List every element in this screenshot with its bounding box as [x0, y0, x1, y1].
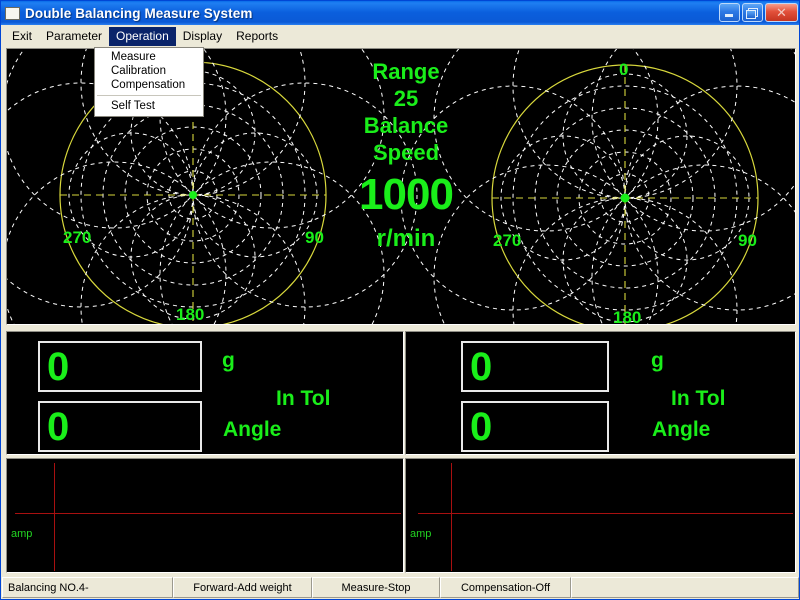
right-angle-value: 0 [470, 404, 493, 449]
right-amount-value: 0 [470, 344, 493, 389]
restore-icon-front [746, 10, 756, 19]
range-label: Range [372, 59, 440, 84]
range-value: 25 [393, 86, 419, 111]
left-unit-label: g [222, 349, 235, 372]
title-bar: Double Balancing Measure System ✕ [1, 1, 799, 25]
right-plot-label-270: 270 [493, 231, 522, 250]
left-plot-label-180: 180 [176, 305, 205, 324]
menu-item-reports[interactable]: Reports [229, 27, 285, 46]
minimize-icon [725, 14, 733, 17]
right-plot-label-90: 90 [738, 231, 757, 250]
left-amount-box[interactable]: 0 [38, 341, 202, 392]
menu-item-operation[interactable]: Operation [109, 26, 176, 46]
menu-item-display[interactable]: Display [176, 27, 229, 46]
left-wave-vertical-axis [54, 463, 55, 571]
right-wave-amp-label: amp [410, 528, 432, 540]
right-amount-box[interactable]: 0 [461, 341, 609, 392]
right-plot-label-180: 180 [613, 308, 642, 325]
left-tolerance-label: In Tol [276, 387, 331, 410]
left-angle-value: 0 [47, 404, 70, 449]
status-cell-measure: Measure-Stop [312, 577, 440, 598]
right-plot-label-0: 0 [619, 60, 629, 79]
left-readout-panel: 0 0 g In Tol Angle [6, 331, 404, 455]
left-angle-box[interactable]: 0 [38, 401, 202, 452]
right-unit-label: g [651, 349, 664, 372]
dropdown-item-compensation[interactable]: Compensation [95, 78, 203, 92]
dropdown-item-self-test[interactable]: Self Test [95, 99, 203, 113]
left-wave-amp-label: amp [11, 528, 33, 540]
speed-label: Speed [372, 140, 440, 165]
left-waveform-panel[interactable]: amp [6, 458, 404, 573]
right-angle-label: Angle [652, 418, 711, 441]
center-readout: Range 25 Balance Speed 1000 r/min [343, 58, 469, 254]
left-angle-label: Angle [223, 418, 282, 441]
dropdown-item-measure[interactable]: Measure [95, 50, 203, 64]
status-bar: Balancing NO.4- Forward-Add weight Measu… [2, 577, 799, 598]
window-controls: ✕ [719, 3, 798, 22]
speed-unit: r/min [376, 225, 436, 252]
dropdown-separator [97, 95, 201, 96]
menu-item-exit[interactable]: Exit [5, 27, 39, 46]
restore-button[interactable] [742, 3, 763, 22]
window-title: Double Balancing Measure System [25, 5, 253, 21]
close-button[interactable]: ✕ [765, 3, 798, 22]
left-wave-horizontal-axis [15, 513, 401, 514]
status-cell-compensation: Compensation-Off [440, 577, 571, 598]
left-plot-label-270: 270 [63, 228, 92, 247]
right-angle-box[interactable]: 0 [461, 401, 609, 452]
right-center-dot [620, 193, 630, 203]
menu-item-parameter[interactable]: Parameter [39, 27, 109, 46]
minimize-button[interactable] [719, 3, 740, 22]
operation-dropdown-menu: Measure Calibration Compensation Self Te… [94, 47, 204, 117]
status-cell-spare [571, 577, 799, 598]
menu-bar: Exit Parameter Operation Display Reports [1, 25, 799, 47]
status-cell-balancing: Balancing NO.4- [2, 577, 173, 598]
right-wave-vertical-axis [451, 463, 452, 571]
dropdown-item-calibration[interactable]: Calibration [95, 64, 203, 78]
right-wave-horizontal-axis [418, 513, 793, 514]
balance-label: Balance [363, 113, 449, 138]
status-cell-direction: Forward-Add weight [173, 577, 312, 598]
left-center-dot [189, 191, 197, 199]
window-icon [5, 6, 20, 20]
left-plot-label-90: 90 [305, 228, 324, 247]
speed-value: 1000 [359, 170, 454, 219]
right-waveform-panel[interactable]: amp [405, 458, 796, 573]
right-readout-panel: 0 0 g In Tol Angle [405, 331, 796, 455]
left-amount-value: 0 [47, 344, 70, 389]
right-tolerance-label: In Tol [671, 387, 726, 410]
application-window: Double Balancing Measure System ✕ Exit P… [0, 0, 800, 600]
close-icon: ✕ [776, 5, 787, 20]
